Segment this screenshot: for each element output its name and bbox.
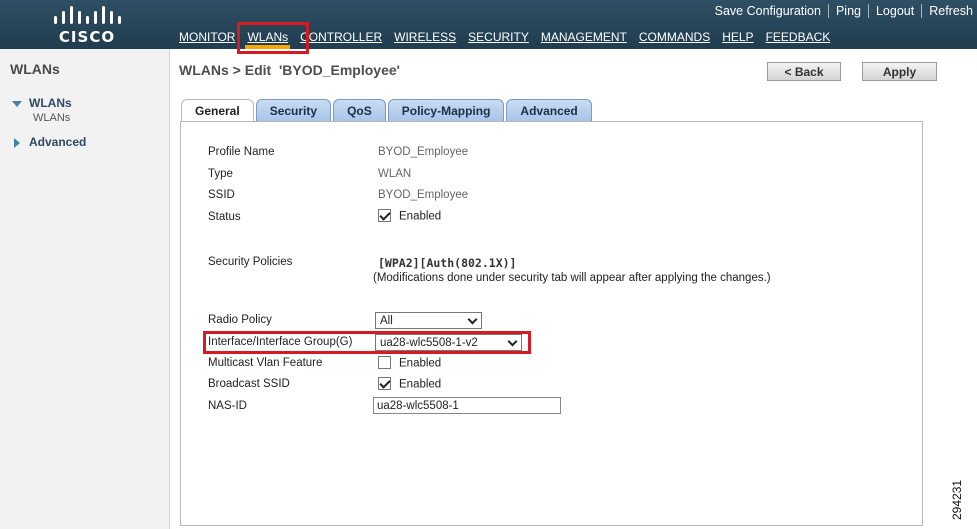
tab-policy-mapping[interactable]: Policy-Mapping [387,99,505,122]
radio-policy-label: Radio Policy [208,314,272,326]
back-button[interactable]: < Back [767,62,841,81]
sidebar-group-wlans[interactable]: WLANs [12,96,72,110]
tab-qos[interactable]: QoS [333,99,386,122]
expanded-triangle-icon [12,100,22,107]
logo-text: CISCO [58,28,116,46]
security-note: (Modifications done under security tab w… [373,272,771,284]
profile-name-value: BYOD_Employee [378,146,469,158]
collapsed-triangle-icon [14,137,20,148]
chevron-down-icon [507,336,518,347]
type-value: WLAN [378,168,412,180]
page-title: WLANs > Edit 'BYOD_Employee' [179,62,400,78]
tab-security[interactable]: Security [255,99,332,122]
nav-monitor[interactable]: MONITOR [173,30,241,44]
interface-label: Interface/Interface Group(G) [208,336,353,348]
top-header: CISCO Save Configuration Ping Logout Ref… [0,0,977,49]
tab-general[interactable]: General [181,99,254,122]
radio-policy-select[interactable]: All [375,312,482,329]
interface-selected: ua28-wlc5508-1-v2 [380,336,478,349]
apply-button[interactable]: Apply [862,62,937,81]
radio-policy-selected: All [380,314,393,327]
security-policies-label: Security Policies [208,256,293,268]
security-policies-value: [WPA2][Auth(802.1X)] [378,256,517,270]
nav-wlans[interactable]: WLANs [241,30,294,49]
ssid-label: SSID [208,189,235,201]
nas-id-label: NAS-ID [208,400,247,412]
broadcast-field: Enabled [378,377,442,391]
nav-help[interactable]: HELP [716,30,759,44]
sidebar: WLANs WLANs WLANs Advanced [0,49,170,529]
broadcast-enabled-text: Enabled [399,378,442,391]
tab-advanced[interactable]: Advanced [506,99,592,122]
sidebar-group-label: WLANs [29,96,72,110]
nav-wlans-label: WLANs [247,30,289,44]
nav-feedback[interactable]: FEEDBACK [760,30,837,44]
broadcast-ssid-label: Broadcast SSID [208,378,290,390]
nav-security[interactable]: SECURITY [462,30,535,44]
status-enabled-text: Enabled [399,210,442,223]
multicast-field: Enabled [378,356,442,370]
cisco-logo: CISCO [52,6,122,46]
status-label: Status [208,211,241,223]
ssid-value: BYOD_Employee [378,189,469,201]
sidebar-item-wlans[interactable]: WLANs [33,112,70,124]
broadcast-checkbox[interactable] [378,377,391,390]
general-panel [180,121,923,526]
sidebar-group-advanced[interactable]: Advanced [12,135,86,149]
tab-bar: General Security QoS Policy-Mapping Adva… [181,99,594,122]
cisco-bridge-icon [54,6,121,24]
ping-link[interactable]: Ping [827,4,868,18]
interface-select[interactable]: ua28-wlc5508-1-v2 [375,334,522,351]
multicast-checkbox[interactable] [378,356,391,369]
chevron-down-icon [467,314,478,325]
sidebar-title: WLANs [10,61,60,77]
nas-id-input[interactable] [373,397,561,414]
status-field: Enabled [378,209,442,223]
refresh-link[interactable]: Refresh [921,4,977,18]
logout-link[interactable]: Logout [867,4,921,18]
nav-commands[interactable]: COMMANDS [633,30,716,44]
active-nav-indicator [245,45,291,49]
nav-controller[interactable]: CONTROLLER [294,30,388,44]
multicast-enabled-text: Enabled [399,357,442,370]
main-navigation: MONITOR WLANs CONTROLLER WIRELESS SECURI… [173,29,837,49]
figure-number: 294231 [950,479,964,520]
nav-management[interactable]: MANAGEMENT [535,30,633,44]
status-checkbox[interactable] [378,209,391,222]
save-configuration-link[interactable]: Save Configuration [708,4,828,18]
type-label: Type [208,168,233,180]
multicast-label: Multicast Vlan Feature [208,357,323,369]
nav-wireless[interactable]: WIRELESS [388,30,462,44]
profile-name-label: Profile Name [208,146,275,158]
utility-links: Save Configuration Ping Logout Refresh [708,3,977,19]
sidebar-group-label: Advanced [29,135,87,149]
